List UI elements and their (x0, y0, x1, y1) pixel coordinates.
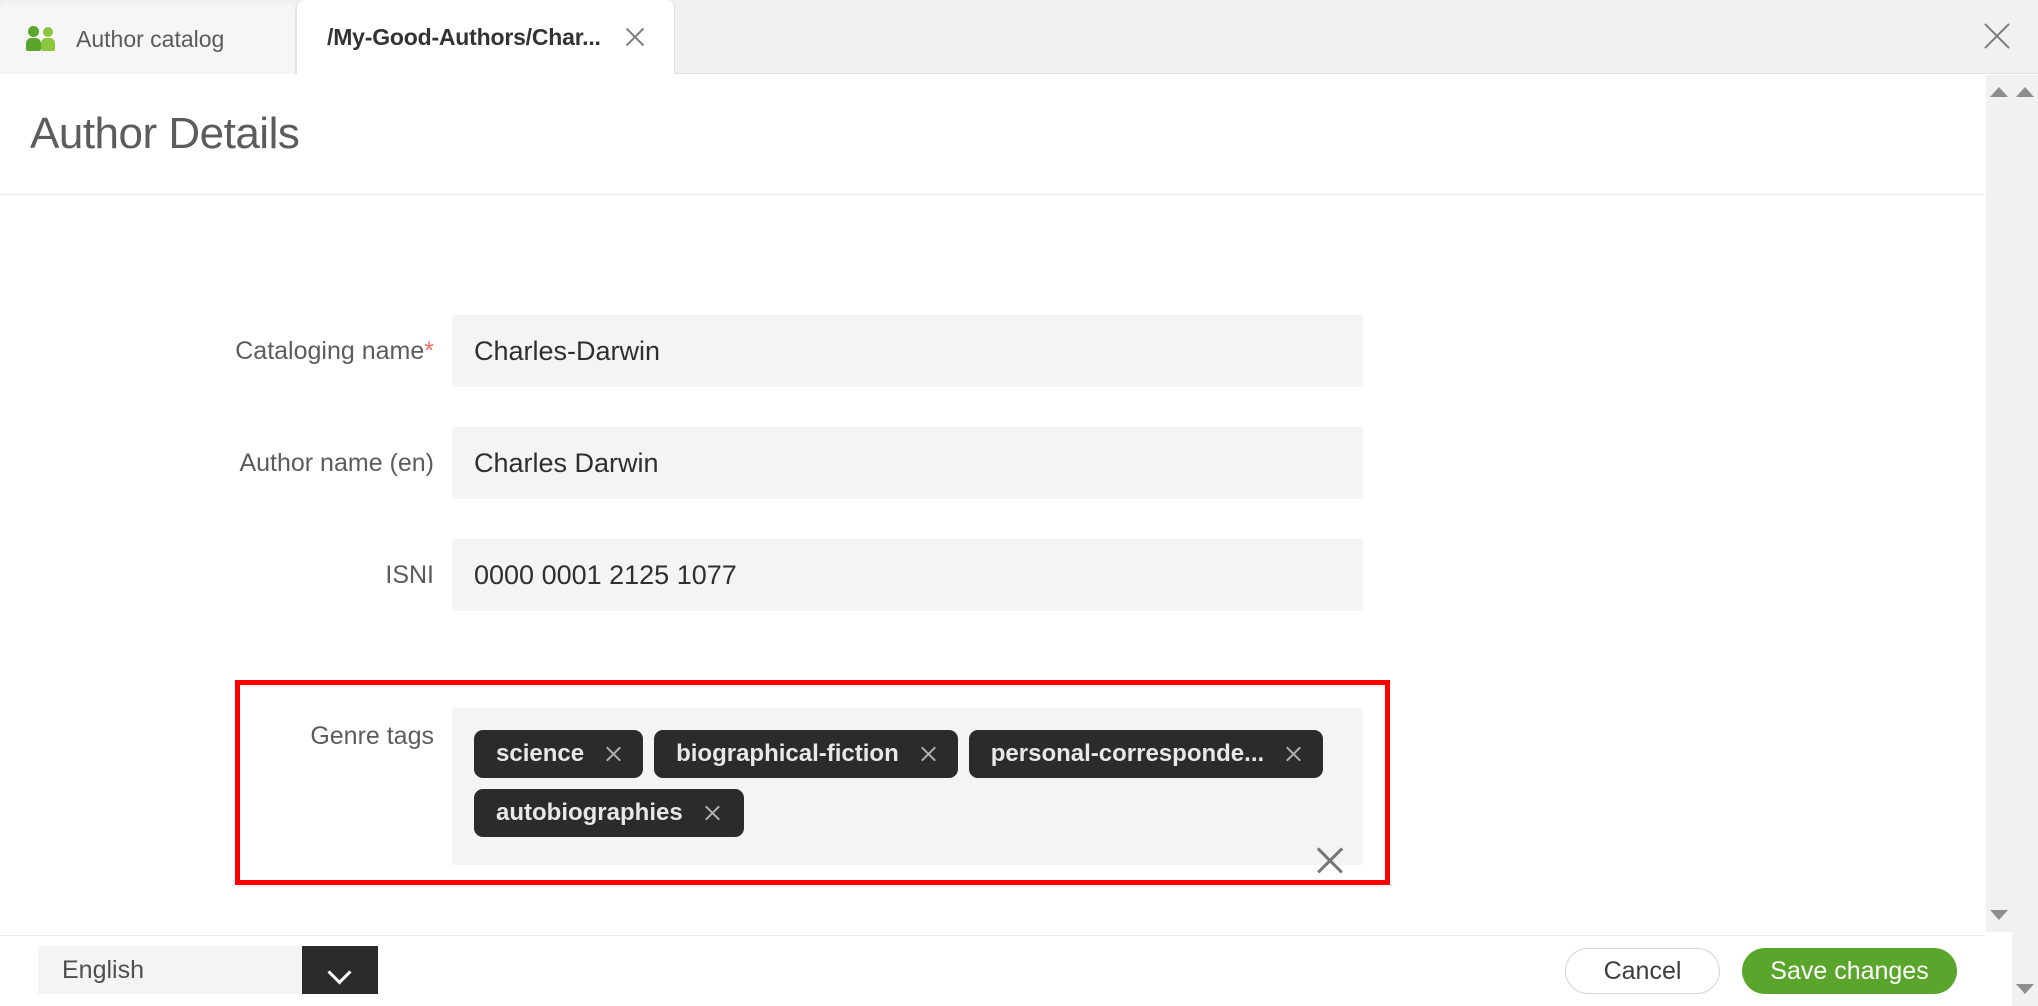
tag-chip[interactable]: personal-corresponde... (968, 730, 1324, 778)
cataloging-name-input[interactable]: Charles-Darwin (452, 315, 1363, 387)
tag-label: autobiographies (496, 799, 683, 826)
language-value: English (38, 946, 302, 994)
page-scrollbar[interactable] (2012, 75, 2038, 1006)
tab-author-details[interactable]: /My-Good-Authors/Char... (297, 0, 674, 74)
application-window: Author catalog /My-Good-Authors/Char... … (0, 0, 2038, 1006)
required-marker: * (424, 337, 434, 365)
save-changes-button[interactable]: Save changes (1742, 948, 1957, 994)
tag-remove-icon[interactable] (604, 745, 623, 764)
field-row-author-name: Author name (en) Charles Darwin (82, 427, 1363, 499)
tag-label: personal-corresponde... (990, 740, 1265, 767)
footer-actions: Cancel Save changes (1565, 948, 1957, 994)
dialog-footer: English Cancel Save changes (0, 935, 1985, 1006)
page-content: Author Details Cataloging name* Charles-… (0, 75, 1985, 1006)
tag-chip[interactable]: autobiographies (474, 789, 744, 837)
author-name-input[interactable]: Charles Darwin (452, 427, 1363, 499)
page-title: Author Details (30, 109, 300, 158)
field-value: Charles-Darwin (474, 335, 661, 366)
field-label: ISNI (385, 561, 434, 589)
triangle-up-icon[interactable] (2016, 87, 2034, 97)
field-label: Author name (en) (239, 449, 434, 477)
isni-input[interactable]: 0000 0001 2125 1077 (452, 539, 1363, 611)
tab-label: Author catalog (76, 25, 225, 52)
tag-label: biographical-fiction (676, 740, 899, 767)
field-value: Charles Darwin (474, 447, 659, 478)
tag-chip[interactable]: science (474, 730, 644, 778)
field-label-text: Cataloging name (235, 337, 425, 365)
people-icon (26, 26, 60, 52)
content-scrollbar[interactable] (1986, 75, 2012, 932)
triangle-up-icon[interactable] (1990, 87, 2008, 97)
page-header: Author Details (0, 75, 1985, 195)
field-value: 0000 0001 2125 1077 (474, 559, 737, 590)
tab-close-icon[interactable] (620, 22, 650, 52)
tab-author-catalog[interactable]: Author catalog (0, 4, 296, 74)
triangle-down-icon[interactable] (1990, 910, 2008, 920)
tab-label: /My-Good-Authors/Char... (327, 23, 601, 50)
field-label: Cataloging name* (82, 315, 452, 387)
field-row-genre-tags: Genre tags science biographical-fiction … (82, 708, 1363, 865)
tag-remove-icon[interactable] (919, 745, 938, 764)
cancel-button[interactable]: Cancel (1565, 948, 1720, 994)
triangle-down-icon[interactable] (2016, 984, 2034, 994)
tag-remove-icon[interactable] (1284, 745, 1303, 764)
language-select[interactable]: English (38, 946, 378, 994)
tag-label: science (496, 740, 585, 767)
tag-chip[interactable]: biographical-fiction (654, 730, 958, 778)
chevron-down-icon[interactable] (302, 946, 378, 994)
genre-tags-input[interactable]: science biographical-fiction personal-co… (452, 708, 1363, 865)
tab-bar: Author catalog /My-Good-Authors/Char... (0, 0, 2038, 74)
genre-tags-label: Genre tags (310, 722, 434, 750)
field-row-cataloging-name: Cataloging name* Charles-Darwin (82, 315, 1363, 387)
window-close-icon[interactable] (1978, 17, 2016, 55)
tag-remove-icon[interactable] (703, 804, 722, 823)
clear-all-tags-icon[interactable] (1313, 843, 1347, 877)
field-row-isni: ISNI 0000 0001 2125 1077 (82, 539, 1363, 611)
